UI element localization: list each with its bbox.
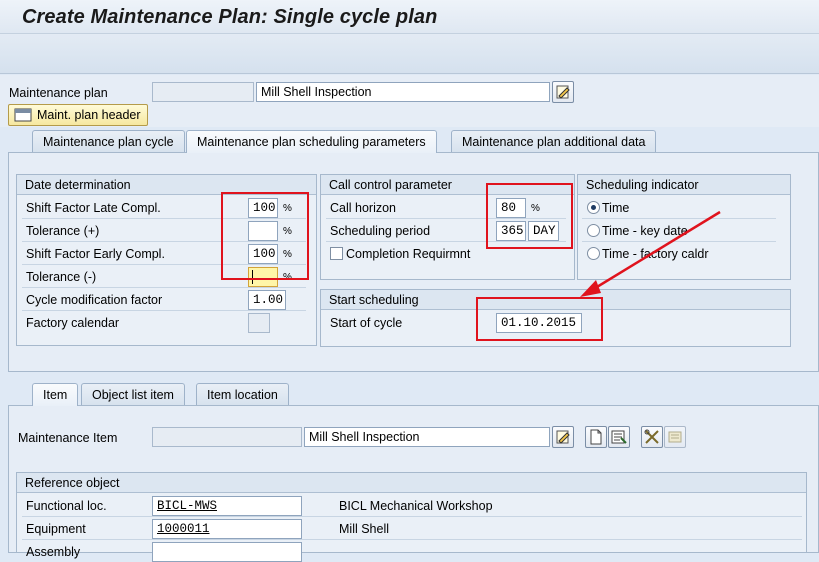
- tools-icon[interactable]: [641, 426, 663, 448]
- equipment-label: Equipment: [26, 522, 86, 536]
- assembly-label: Assembly: [26, 545, 81, 559]
- assembly-field[interactable]: [152, 542, 302, 562]
- tab-item-location[interactable]: Item location: [196, 383, 289, 405]
- row-divider: [22, 539, 802, 540]
- tab-maintenance-plan-scheduling-parameters[interactable]: Maintenance plan scheduling parameters: [186, 130, 437, 153]
- equipment-description: Mill Shell: [339, 522, 390, 536]
- maintenance-item-number-field[interactable]: [152, 427, 302, 447]
- new-document-icon[interactable]: [585, 426, 607, 448]
- document-scroll-icon[interactable]: [664, 426, 686, 448]
- item-long-text-edit-icon[interactable]: [552, 426, 574, 448]
- tab-item[interactable]: Item: [32, 383, 79, 406]
- task-list-icon[interactable]: [608, 426, 630, 448]
- functional-location-label: Functional loc.: [26, 499, 107, 513]
- reference-object-title: Reference object: [17, 473, 806, 493]
- equipment-field[interactable]: 1000011: [152, 519, 302, 539]
- maintenance-item-label: Maintenance Item: [18, 431, 118, 445]
- row-divider: [22, 516, 802, 517]
- tab-object-list-item[interactable]: Object list item: [81, 383, 185, 405]
- functional-location-field[interactable]: BICL-MWS: [152, 496, 302, 516]
- functional-location-description: BICL Mechanical Workshop: [339, 499, 493, 513]
- maintenance-item-text-field[interactable]: Mill Shell Inspection: [304, 427, 550, 447]
